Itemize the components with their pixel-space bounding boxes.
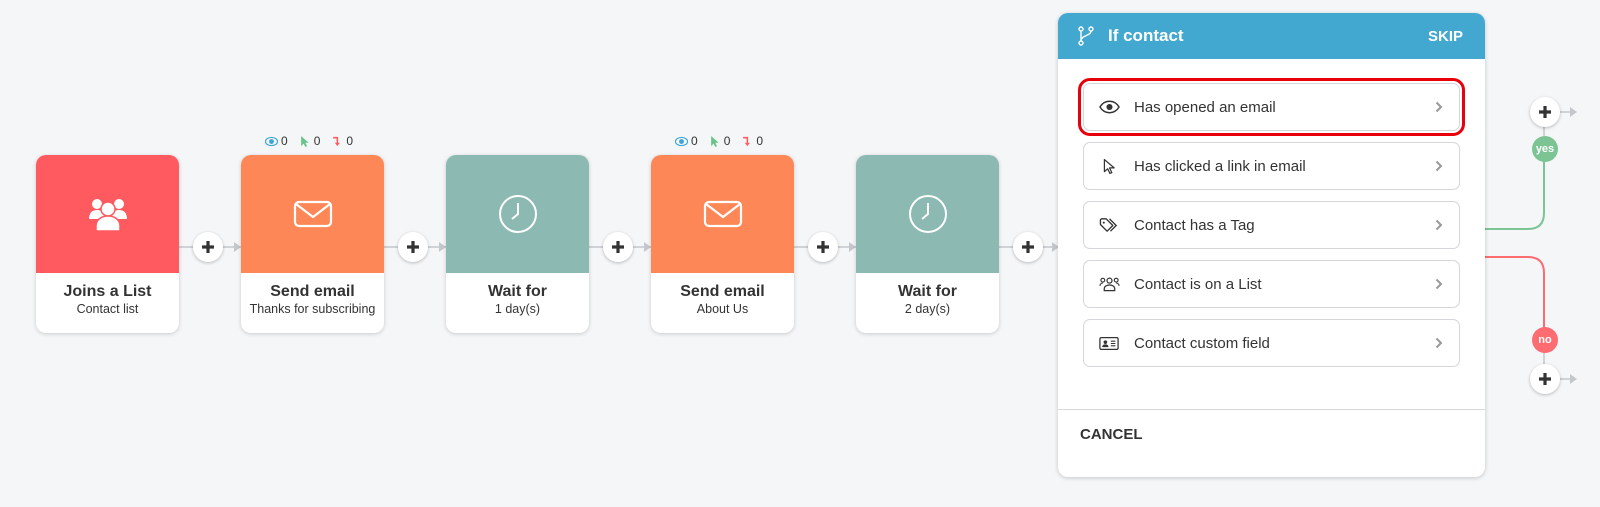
plus-icon bbox=[407, 241, 419, 253]
node-subtitle: Thanks for subscribing bbox=[249, 302, 376, 316]
add-yes-step-button[interactable] bbox=[1530, 97, 1560, 127]
eye-icon bbox=[1098, 98, 1120, 116]
option-opened-email[interactable]: Has opened an email bbox=[1078, 78, 1465, 136]
no-branch-line bbox=[1485, 256, 1545, 340]
chevron-right-icon bbox=[1435, 337, 1443, 349]
cursor-icon bbox=[710, 135, 719, 147]
node-subtitle: About Us bbox=[696, 302, 749, 316]
option-label: Has opened an email bbox=[1134, 98, 1276, 116]
option-label: Contact is on a List bbox=[1134, 275, 1262, 293]
node-send-email[interactable]: Send email About Us bbox=[651, 155, 794, 333]
arrow-icon bbox=[849, 242, 856, 252]
bounces-count: 0 bbox=[346, 134, 354, 148]
node-subtitle: 1 day(s) bbox=[494, 302, 541, 316]
bounces-stat: 0 bbox=[740, 134, 763, 148]
node-title: Wait for bbox=[488, 283, 547, 300]
node-wait[interactable]: Wait for 1 day(s) bbox=[446, 155, 589, 333]
chevron-right-icon bbox=[1435, 219, 1443, 231]
branch-icon bbox=[1078, 26, 1094, 46]
no-badge: no bbox=[1532, 327, 1558, 353]
plus-icon bbox=[1539, 106, 1551, 118]
plus-icon bbox=[612, 241, 624, 253]
option-clicked-link[interactable]: Has clicked a link in email bbox=[1083, 142, 1460, 190]
chevron-right-icon bbox=[1435, 101, 1443, 113]
add-step-button[interactable] bbox=[398, 232, 428, 262]
yes-branch-line bbox=[1485, 149, 1545, 230]
arrow-icon bbox=[439, 242, 446, 252]
clicks-stat: 0 bbox=[298, 134, 321, 148]
cursor-icon bbox=[300, 135, 309, 147]
bounces-stat: 0 bbox=[330, 134, 353, 148]
email-stats: 0 0 0 bbox=[265, 134, 353, 148]
panel-header: If contact SKIP bbox=[1058, 13, 1485, 59]
arrow-icon bbox=[644, 242, 651, 252]
arrow-icon bbox=[234, 242, 241, 252]
eye-icon bbox=[265, 136, 278, 146]
node-joins-list[interactable]: Joins a List Contact list bbox=[36, 155, 179, 333]
node-wait[interactable]: Wait for 2 day(s) bbox=[856, 155, 999, 333]
workflow-canvas: Joins a List Contact list 0 0 0 Send ema… bbox=[0, 0, 1600, 507]
condition-panel: If contact SKIP Has opened an email Has … bbox=[1058, 13, 1485, 477]
arrow-icon bbox=[1570, 374, 1577, 384]
option-label: Contact custom field bbox=[1134, 334, 1270, 352]
clock-icon bbox=[498, 195, 537, 233]
node-send-email[interactable]: Send email Thanks for subscribing bbox=[241, 155, 384, 333]
email-stats: 0 0 0 bbox=[675, 134, 763, 148]
opens-stat: 0 bbox=[265, 134, 288, 148]
add-step-button[interactable] bbox=[808, 232, 838, 262]
node-header bbox=[446, 155, 589, 273]
opens-count: 0 bbox=[691, 134, 698, 148]
node-subtitle: 2 day(s) bbox=[904, 302, 951, 316]
clicks-count: 0 bbox=[313, 134, 321, 148]
bounces-count: 0 bbox=[756, 134, 764, 148]
node-header bbox=[241, 155, 384, 273]
panel-divider bbox=[1058, 409, 1485, 410]
node-header bbox=[651, 155, 794, 273]
option-label: Has clicked a link in email bbox=[1134, 157, 1306, 175]
node-title: Send email bbox=[270, 283, 355, 300]
id-card-icon bbox=[1098, 334, 1120, 352]
skip-button[interactable]: SKIP bbox=[1428, 28, 1463, 45]
node-header bbox=[36, 155, 179, 273]
add-no-step-button[interactable] bbox=[1530, 364, 1560, 394]
panel-title: If contact bbox=[1108, 26, 1184, 45]
node-header bbox=[856, 155, 999, 273]
add-step-button[interactable] bbox=[603, 232, 633, 262]
plus-icon bbox=[1022, 241, 1034, 253]
node-title: Wait for bbox=[898, 283, 957, 300]
condition-options: Has opened an email Has clicked a link i… bbox=[1058, 59, 1485, 367]
chevron-right-icon bbox=[1435, 278, 1443, 290]
opens-stat: 0 bbox=[675, 134, 698, 148]
node-title: Send email bbox=[680, 283, 765, 300]
node-title: Joins a List bbox=[63, 283, 152, 300]
option-label: Contact has a Tag bbox=[1134, 216, 1255, 234]
chevron-right-icon bbox=[1435, 160, 1443, 172]
envelope-icon bbox=[703, 200, 742, 228]
clicks-stat: 0 bbox=[708, 134, 731, 148]
tag-icon bbox=[1098, 216, 1120, 234]
bounce-icon bbox=[333, 136, 341, 146]
option-has-tag[interactable]: Contact has a Tag bbox=[1083, 201, 1460, 249]
users-icon bbox=[88, 199, 127, 232]
envelope-icon bbox=[293, 200, 332, 228]
option-on-list[interactable]: Contact is on a List bbox=[1083, 260, 1460, 308]
node-subtitle: Contact list bbox=[76, 302, 139, 316]
plus-icon bbox=[1539, 373, 1551, 385]
plus-icon bbox=[817, 241, 829, 253]
add-step-button[interactable] bbox=[1013, 232, 1043, 262]
cursor-icon bbox=[1098, 157, 1120, 175]
add-step-button[interactable] bbox=[193, 232, 223, 262]
clicks-count: 0 bbox=[723, 134, 731, 148]
plus-icon bbox=[202, 241, 214, 253]
opens-count: 0 bbox=[281, 134, 288, 148]
eye-icon bbox=[675, 136, 688, 146]
arrow-icon bbox=[1570, 107, 1577, 117]
bounce-icon bbox=[743, 136, 751, 146]
option-custom-field[interactable]: Contact custom field bbox=[1083, 319, 1460, 367]
clock-icon bbox=[908, 195, 947, 233]
users-icon bbox=[1098, 275, 1120, 293]
cancel-button[interactable]: CANCEL bbox=[1080, 426, 1143, 443]
yes-badge: yes bbox=[1532, 136, 1558, 162]
